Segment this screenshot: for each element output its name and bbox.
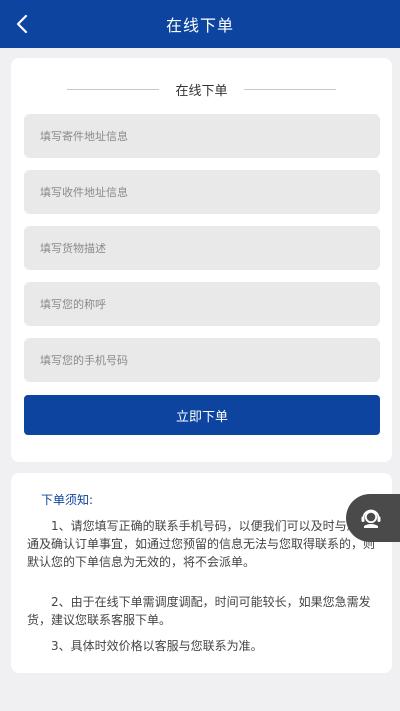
chevron-left-icon <box>16 14 28 34</box>
divider <box>243 89 336 90</box>
sender-address-field[interactable] <box>24 114 380 158</box>
form-heading: 在线下单 <box>11 80 392 99</box>
submit-order-button[interactable]: 立即下单 <box>24 395 380 435</box>
divider <box>67 89 160 90</box>
notice-title: 下单须知: <box>41 493 94 507</box>
goods-description-field[interactable] <box>24 226 380 270</box>
top-navbar: 在线下单 <box>0 0 400 48</box>
order-form-card: 在线下单 立即下单 <box>11 58 392 462</box>
page-title: 在线下单 <box>165 16 234 35</box>
notice-item: 2、由于在线下单需调度调配，时间可能较长，如果您急需发货，建议您联系客服下单。 <box>27 595 371 627</box>
headset-icon <box>361 509 381 528</box>
phone-field[interactable] <box>24 338 380 382</box>
name-field[interactable] <box>24 282 380 326</box>
form-heading-text: 在线下单 <box>175 84 228 99</box>
recipient-address-field[interactable] <box>24 170 380 214</box>
notice-card: 下单须知: 1、请您填写正确的联系手机号码，以便我们可以及时与您沟通及确认订单事… <box>11 473 392 673</box>
notice-item: 3、具体时效价格以客服与您联系为准。 <box>51 639 263 653</box>
notice-item: 1、请您填写正确的联系手机号码，以便我们可以及时与您沟通及确认订单事宜，如通过您… <box>27 519 376 569</box>
back-button[interactable] <box>10 12 34 36</box>
customer-service-button[interactable] <box>346 494 400 542</box>
